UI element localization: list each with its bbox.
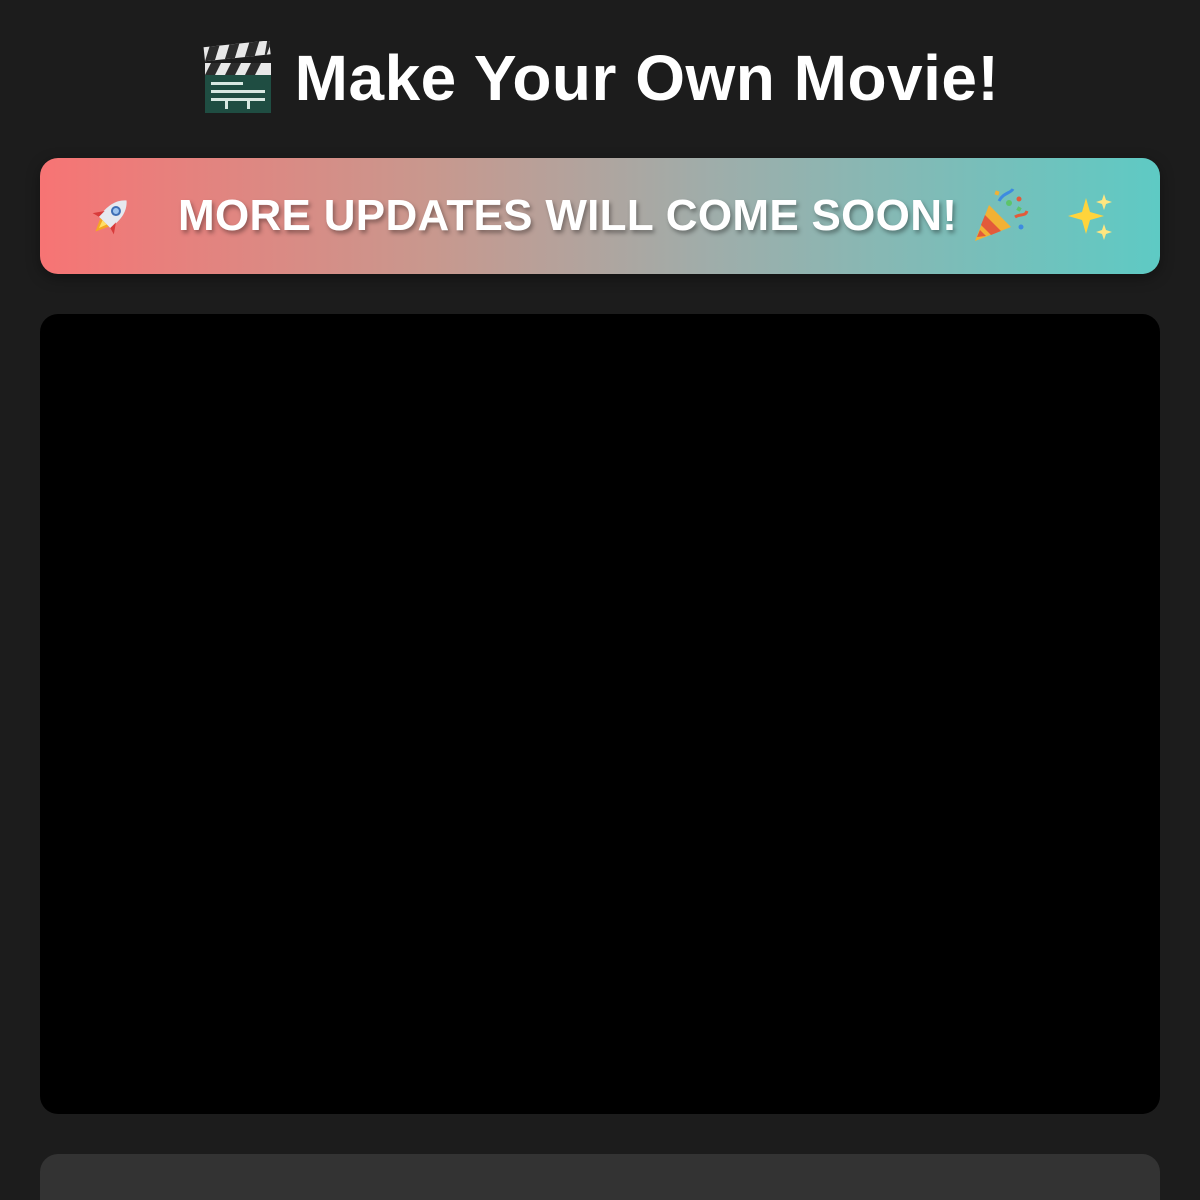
party-popper-icon (975, 188, 1029, 241)
updates-banner: MORE UPDATES WILL COME SOON! (40, 158, 1160, 274)
video-player[interactable] (40, 314, 1160, 1114)
sparkles-icon (1068, 194, 1112, 240)
header: Make Your Own Movie! (0, 30, 1200, 126)
page: Make Your Own Movie! MORE UPDATES WILL C… (0, 0, 1200, 1200)
page-title: Make Your Own Movie! (294, 42, 1000, 114)
rocket-icon (92, 200, 127, 235)
banner-text: MORE UPDATES WILL COME SOON! (178, 191, 958, 240)
banner-message: MORE UPDATES WILL COME SOON! (178, 158, 1029, 274)
controls-panel (40, 1154, 1160, 1200)
clapper-board-icon (203, 41, 271, 113)
